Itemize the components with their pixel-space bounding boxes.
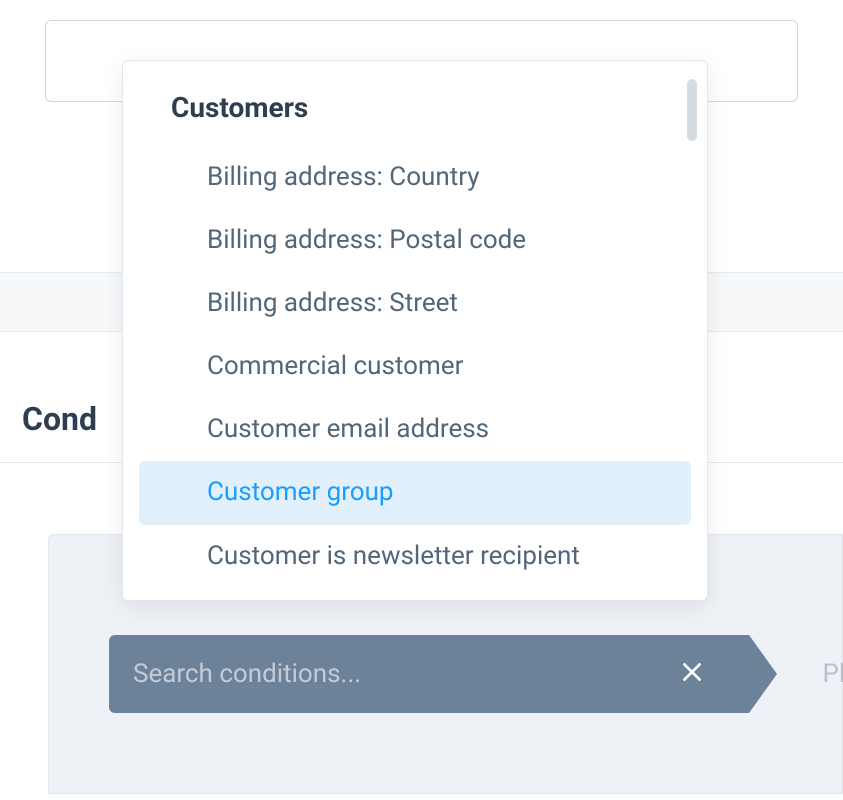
dropdown-item[interactable]: Customer group [139, 461, 691, 524]
next-chip-placeholder: Ple [822, 635, 843, 713]
dropdown-group-customers: Customers [131, 73, 699, 146]
scrollbar-thumb[interactable] [687, 79, 697, 141]
dropdown-item[interactable]: Billing address: Street [139, 272, 691, 335]
search-conditions-placeholder: Search conditions... [133, 659, 679, 689]
dropdown-item[interactable]: Billing address: Country [139, 146, 691, 209]
conditions-heading: Cond [22, 400, 97, 438]
conditions-dropdown: Customers Billing address: CountryBillin… [122, 60, 708, 601]
close-icon[interactable] [679, 659, 725, 689]
search-conditions-chip[interactable]: Search conditions... Ple [109, 635, 749, 713]
dropdown-item[interactable]: Commercial customer [139, 335, 691, 398]
dropdown-item[interactable]: Customer email address [139, 398, 691, 461]
dropdown-item[interactable]: Billing address: Postal code [139, 209, 691, 272]
dropdown-item[interactable]: Customer is newsletter recipient [139, 525, 691, 588]
